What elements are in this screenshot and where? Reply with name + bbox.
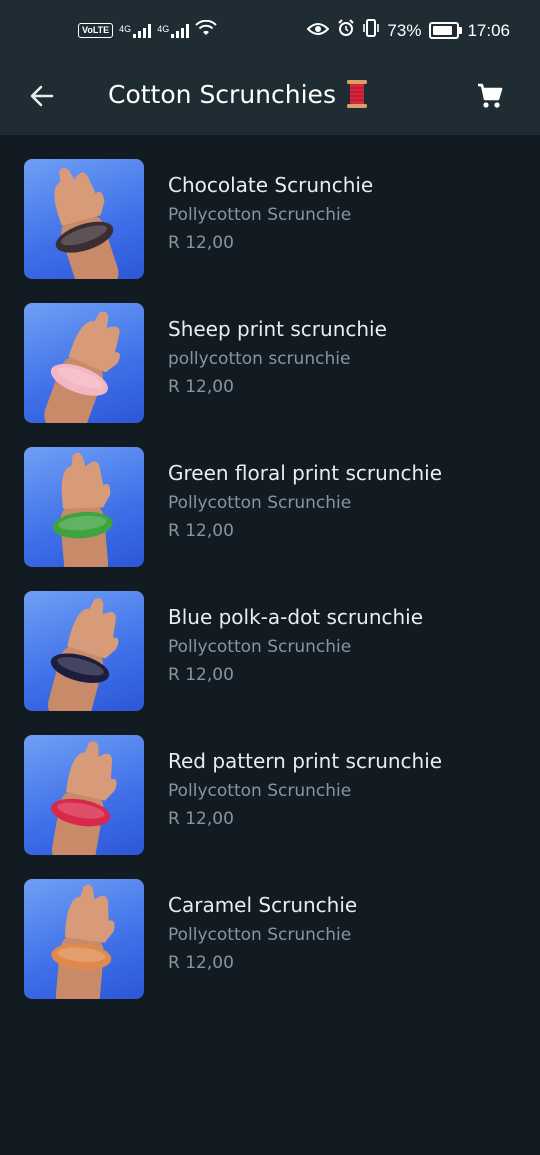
page-title-text: Cotton Scrunchies bbox=[108, 79, 336, 109]
product-photo bbox=[51, 884, 115, 999]
vibrate-icon bbox=[363, 19, 380, 42]
product-name: Blue polk-a-dot scrunchie bbox=[168, 605, 424, 629]
product-name: Sheep print scrunchie bbox=[168, 317, 387, 341]
network-type-b: 4G bbox=[157, 23, 170, 34]
product-image bbox=[24, 879, 144, 999]
product-photo bbox=[48, 598, 119, 711]
product-item[interactable]: Green floral print scrunchie Pollycotton… bbox=[0, 423, 540, 567]
product-image bbox=[24, 591, 144, 711]
product-photo bbox=[51, 741, 117, 855]
product-image bbox=[24, 303, 144, 423]
product-description: Pollycotton Scrunchie bbox=[168, 925, 352, 945]
app-bar: Cotton Scrunchies bbox=[0, 62, 540, 135]
product-image bbox=[24, 447, 144, 567]
wifi-icon bbox=[195, 19, 217, 41]
clock: 17:06 bbox=[467, 20, 510, 40]
product-item[interactable]: Red pattern print scrunchie Pollycotton … bbox=[0, 711, 540, 855]
battery-percent: 73% bbox=[387, 20, 422, 40]
product-price: R 12,00 bbox=[168, 377, 234, 397]
product-name: Red pattern print scrunchie bbox=[168, 749, 443, 773]
product-price: R 12,00 bbox=[168, 953, 234, 973]
product-price: R 12,00 bbox=[168, 809, 234, 829]
product-description: Pollycotton Scrunchie bbox=[168, 205, 352, 225]
product-price: R 12,00 bbox=[168, 233, 234, 253]
cart-icon bbox=[478, 83, 503, 108]
volte-badge: VoLTE bbox=[78, 23, 114, 38]
signal-icon-sim1: 4G bbox=[119, 23, 152, 38]
cart-button[interactable] bbox=[470, 76, 510, 116]
spool-of-thread-icon bbox=[346, 79, 368, 109]
product-item[interactable]: Sheep print scrunchie pollycotton scrunc… bbox=[0, 279, 540, 423]
battery-icon bbox=[429, 22, 463, 39]
product-description: Pollycotton Scrunchie bbox=[168, 781, 352, 801]
page-title: Cotton Scrunchies bbox=[108, 79, 368, 109]
product-description: Pollycotton Scrunchie bbox=[168, 637, 352, 657]
product-description: Pollycotton Scrunchie bbox=[168, 493, 352, 513]
network-type-a: 4G bbox=[119, 23, 132, 34]
product-photo bbox=[52, 452, 113, 567]
product-name: Green floral print scrunchie bbox=[168, 461, 443, 485]
signal-icon-sim2: 4G bbox=[157, 23, 190, 38]
product-item[interactable]: Caramel Scrunchie Pollycotton Scrunchie … bbox=[0, 855, 540, 999]
product-name: Caramel Scrunchie bbox=[168, 893, 358, 917]
product-name: Chocolate Scrunchie bbox=[168, 173, 374, 197]
product-image bbox=[24, 735, 144, 855]
status-left: VoLTE 4G 4G bbox=[78, 19, 217, 41]
status-bar: VoLTE 4G 4G 73% 17:06 bbox=[0, 0, 540, 62]
arrow-left-icon bbox=[30, 85, 54, 107]
product-item[interactable]: Chocolate Scrunchie Pollycotton Scrunchi… bbox=[0, 135, 540, 279]
alarm-icon bbox=[337, 19, 355, 42]
product-price: R 12,00 bbox=[168, 521, 234, 541]
product-photo bbox=[54, 167, 119, 279]
product-image bbox=[24, 159, 144, 279]
eye-icon bbox=[307, 21, 330, 41]
product-price: R 12,00 bbox=[168, 665, 234, 685]
battery-fill bbox=[433, 26, 453, 35]
product-item[interactable]: Blue polk-a-dot scrunchie Pollycotton Sc… bbox=[0, 567, 540, 711]
status-right: 73% 17:06 bbox=[307, 19, 510, 42]
product-photo bbox=[44, 311, 120, 423]
product-description: pollycotton scrunchie bbox=[168, 349, 351, 369]
back-button[interactable] bbox=[22, 76, 62, 116]
